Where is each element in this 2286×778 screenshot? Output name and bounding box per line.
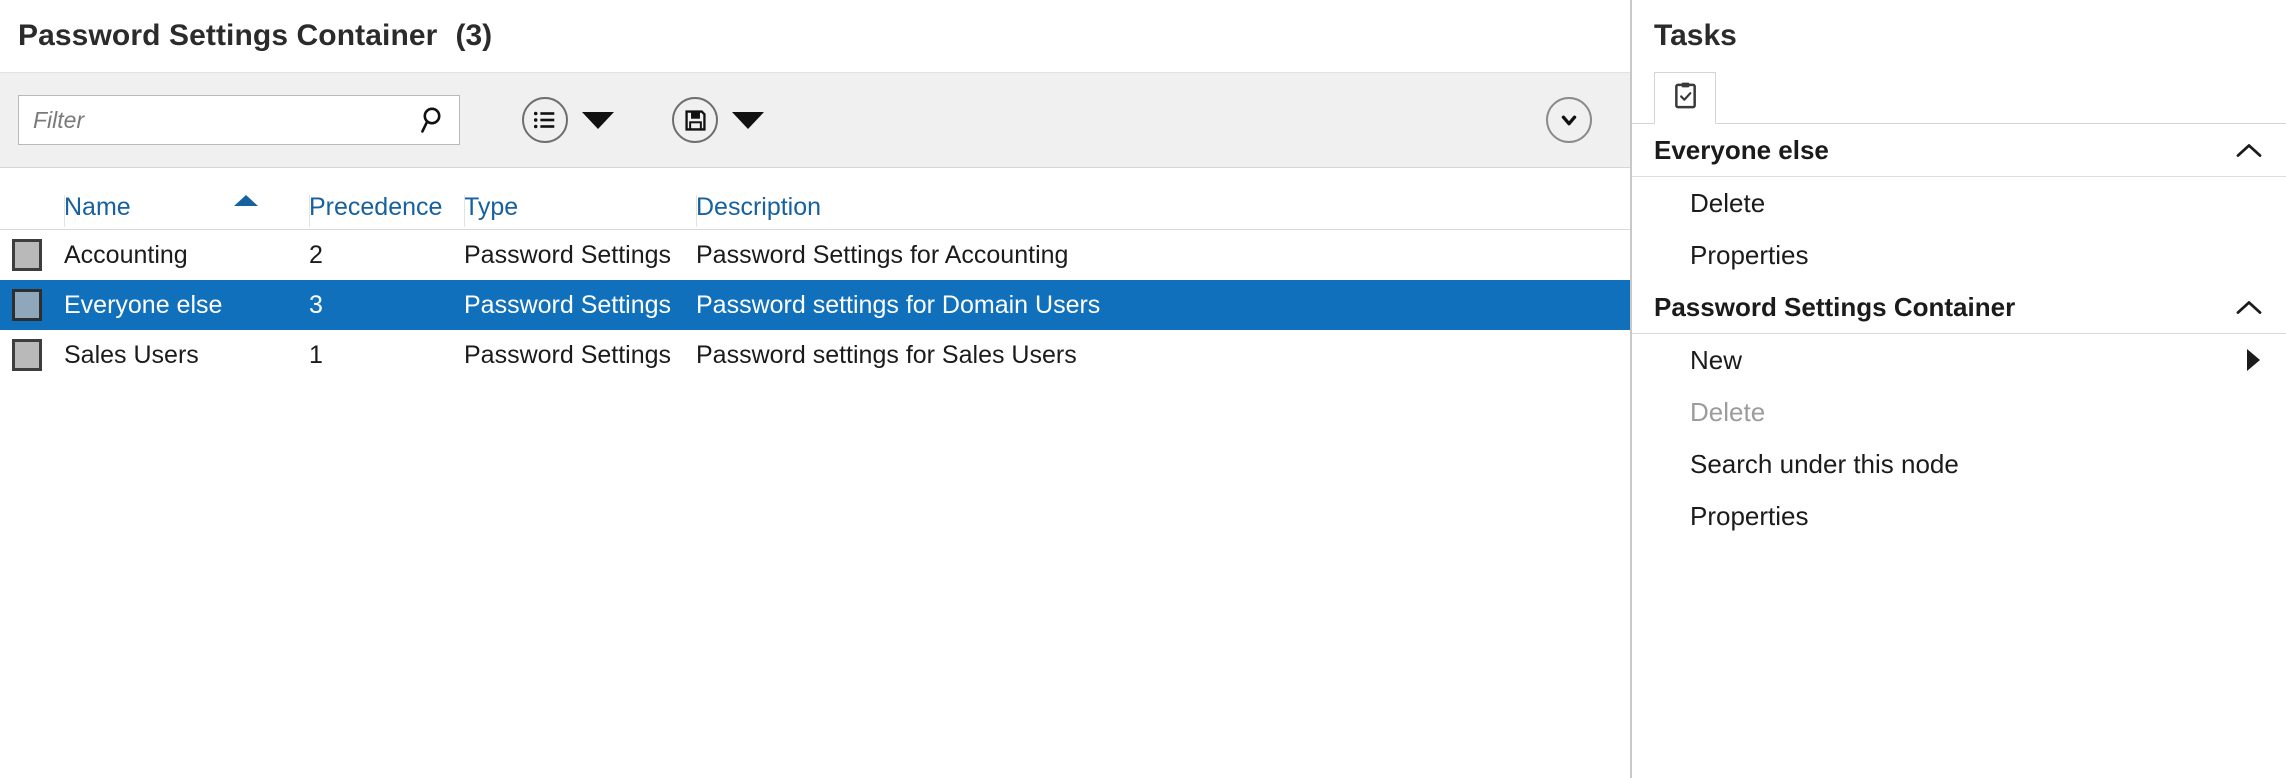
row-icon-cell	[0, 239, 64, 271]
password-settings-list-pane: Password Settings Container (3) Filter N…	[0, 0, 1632, 778]
view-options-caret-down-icon[interactable]	[582, 111, 614, 129]
page-title: Password Settings Container	[18, 19, 438, 52]
object-icon	[12, 339, 42, 371]
search-input[interactable]	[33, 106, 419, 134]
task-item-properties[interactable]: Properties	[1632, 229, 2286, 281]
row-type: Password Settings	[464, 291, 672, 319]
row-type: Password Settings	[464, 241, 672, 269]
list-rows-area: Accounting 2 Password Settings Password …	[0, 230, 1630, 778]
tasks-tabstrip	[1632, 72, 2286, 124]
row-name: Everyone else	[64, 291, 223, 319]
row-precedence: 3	[309, 291, 323, 319]
view-options-group	[522, 97, 614, 143]
column-header-type-label: Type	[464, 193, 519, 221]
save-options-caret-down-icon[interactable]	[732, 111, 764, 129]
column-header-type[interactable]: Type	[464, 193, 696, 229]
filter-box[interactable]	[18, 95, 460, 145]
task-item-label: Delete	[1690, 396, 1766, 427]
adac-window: Password Settings Container (3) Filter N…	[0, 0, 2286, 778]
task-section-header-password-settings-container[interactable]: Password Settings Container	[1632, 281, 2286, 334]
tasks-body: Everyone else Delete Properties Password…	[1632, 124, 2286, 778]
task-item-label: Properties	[1690, 239, 1809, 270]
row-name: Accounting	[64, 241, 188, 269]
chevron-up-icon[interactable]	[2236, 300, 2262, 315]
table-row[interactable]: Sales Users 1 Password Settings Password…	[0, 330, 1630, 380]
column-header-icon	[0, 222, 64, 229]
task-item-label: New	[1690, 344, 1743, 375]
column-header-name[interactable]: Name	[64, 193, 309, 229]
object-icon	[12, 289, 42, 321]
clipboard-check-icon	[1672, 81, 1699, 115]
column-header-precedence-label: Precedence	[309, 193, 443, 221]
tab-tasks[interactable]	[1654, 72, 1716, 124]
tasks-pane: Tasks Everyone else Delete Properties Pa…	[1632, 0, 2286, 778]
task-item-label: Delete	[1690, 187, 1766, 218]
task-item-search-under-this-node[interactable]: Search under this node	[1632, 438, 2286, 490]
row-precedence: 2	[309, 241, 323, 269]
chevron-down-circle-icon[interactable]	[1546, 97, 1592, 143]
row-type: Password Settings	[464, 341, 672, 369]
task-item-new[interactable]: New	[1632, 334, 2286, 386]
page-title-count: (3)	[455, 19, 493, 52]
submenu-arrow-icon[interactable]	[2247, 349, 2260, 371]
row-description: Password settings for Sales Users	[696, 341, 1077, 369]
save-options-group	[672, 97, 764, 143]
task-item-delete[interactable]: Delete	[1632, 177, 2286, 229]
column-header-name-label: Name	[64, 193, 131, 221]
row-precedence: 1	[309, 341, 323, 369]
search-icon[interactable]	[419, 105, 449, 135]
task-item-label: Properties	[1690, 500, 1809, 531]
task-item-properties-container[interactable]: Properties	[1632, 490, 2286, 542]
row-icon-cell	[0, 289, 64, 321]
column-header-row: Name Precedence Type Description	[0, 168, 1630, 230]
tasks-title: Tasks	[1654, 19, 1737, 52]
list-view-icon[interactable]	[522, 97, 568, 143]
sort-ascending-icon	[234, 195, 258, 206]
save-floppy-icon[interactable]	[672, 97, 718, 143]
list-toolbar	[0, 72, 1630, 168]
task-item-delete-disabled: Delete	[1632, 386, 2286, 438]
tasks-title-bar: Tasks	[1632, 0, 2286, 72]
column-header-precedence[interactable]: Precedence	[309, 193, 464, 229]
task-item-label: Search under this node	[1690, 448, 1959, 479]
object-icon	[12, 239, 42, 271]
row-name: Sales Users	[64, 341, 199, 369]
column-header-description-label: Description	[696, 193, 822, 221]
task-section-header-everyone-else[interactable]: Everyone else	[1632, 124, 2286, 177]
table-row[interactable]: Accounting 2 Password Settings Password …	[0, 230, 1630, 280]
table-row[interactable]: Everyone else 3 Password Settings Passwo…	[0, 280, 1630, 330]
pane-title-bar: Password Settings Container (3)	[0, 0, 1630, 72]
row-description: Password Settings for Accounting	[696, 241, 1069, 269]
task-section-title: Password Settings Container	[1654, 291, 2016, 322]
chevron-up-icon[interactable]	[2236, 143, 2262, 158]
column-header-description[interactable]: Description	[696, 193, 1630, 229]
row-description: Password settings for Domain Users	[696, 291, 1101, 319]
row-icon-cell	[0, 339, 64, 371]
task-section-title: Everyone else	[1654, 134, 1829, 165]
